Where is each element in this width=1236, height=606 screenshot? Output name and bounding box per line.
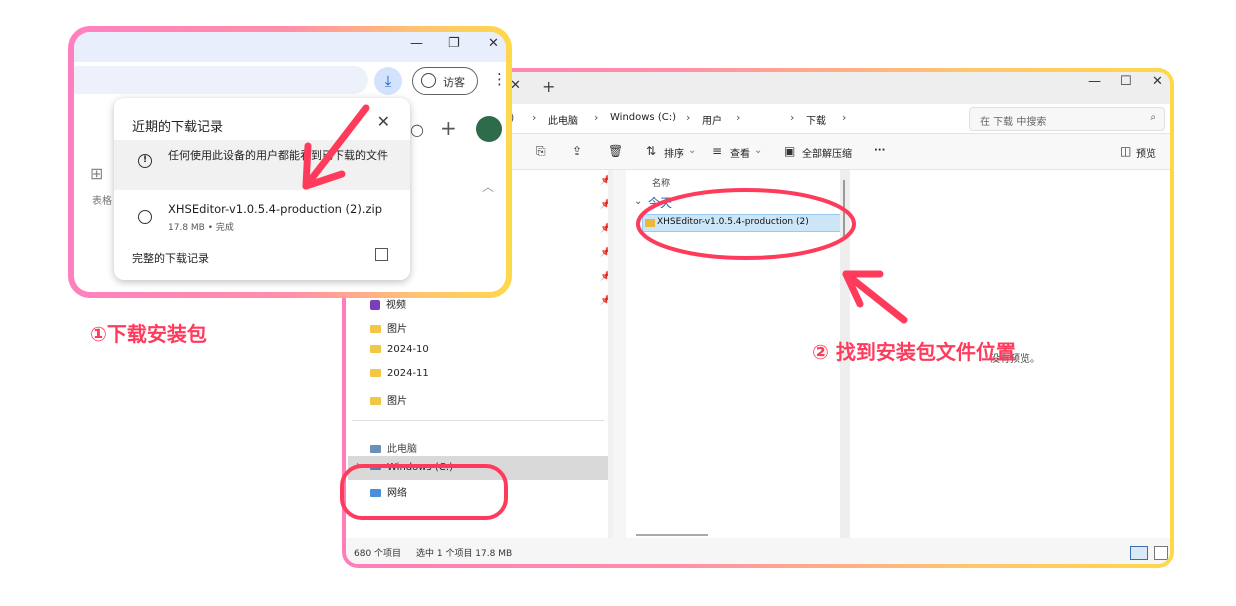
popup-title: 近期的下载记录 bbox=[132, 120, 224, 135]
share-icon[interactable]: ⇪ bbox=[572, 144, 582, 158]
profile-icon bbox=[421, 73, 436, 88]
network-icon bbox=[370, 489, 381, 497]
group-header-today[interactable]: 今天 bbox=[648, 194, 672, 211]
file-list: 名称 ⌄ 今天 XHSEditor-v1.0.5.4-production (2… bbox=[626, 170, 842, 538]
tiles-view-icon[interactable] bbox=[1154, 546, 1168, 560]
nav-item-videos[interactable]: 视频 bbox=[370, 296, 406, 311]
file-name: XHSEditor-v1.0.5.4-production (2) bbox=[657, 217, 809, 227]
chevron-down-icon: ⌄ bbox=[754, 145, 763, 156]
nav-item-2024-11[interactable]: 2024-11 bbox=[370, 368, 429, 379]
close-icon[interactable]: ✕ bbox=[488, 36, 499, 51]
downloads-popup: 近期的下载记录 ✕ ! 任何使用此设备的用户都能看到已下载的文件 XHSEdit… bbox=[114, 98, 410, 280]
browser-toolbar: ⤓ 访客 ⋮ bbox=[74, 62, 506, 98]
folder-icon bbox=[370, 345, 381, 353]
search-icon[interactable]: ○ bbox=[410, 120, 424, 139]
search-input[interactable]: 在 下载 中搜索 ⌕ bbox=[969, 107, 1165, 131]
open-external-icon[interactable] bbox=[375, 248, 388, 261]
search-placeholder: 在 下载 中搜索 bbox=[980, 117, 1047, 128]
details-view-icon[interactable] bbox=[1130, 546, 1148, 560]
nav-item-this-pc[interactable]: 此电脑 bbox=[370, 440, 417, 455]
download-status-icon bbox=[138, 210, 152, 224]
view-icon: ≡ bbox=[712, 144, 723, 158]
item-count: 680 个项目 bbox=[354, 549, 402, 559]
breadcrumb-this-pc[interactable]: 此电脑 bbox=[548, 112, 578, 127]
delete-icon[interactable]: 🗑 bbox=[608, 144, 623, 158]
minimize-icon[interactable]: — bbox=[1088, 74, 1101, 89]
downloads-button[interactable]: ⤓ bbox=[374, 67, 402, 95]
privacy-warning: ! 任何使用此设备的用户都能看到已下载的文件 bbox=[114, 140, 410, 190]
search-icon: ⌕ bbox=[1150, 112, 1156, 123]
address-bar[interactable] bbox=[74, 66, 368, 94]
folder-icon bbox=[370, 397, 381, 405]
chevron-right-icon: › bbox=[532, 111, 537, 124]
breadcrumb-windows-c[interactable]: Windows (C:) bbox=[610, 112, 676, 123]
chevron-down-icon[interactable]: ⌄ bbox=[634, 196, 642, 207]
browser-frame: — ❐ ✕ ⤓ 访客 ⋮ ○ + ⊞ 表格 ︿ 近期的下载记录 ✕ ! 任何使用… bbox=[68, 26, 512, 298]
table-icon: ⊞ bbox=[90, 164, 104, 183]
column-header-name[interactable]: 名称 bbox=[652, 176, 670, 189]
avatar[interactable] bbox=[476, 116, 502, 142]
restore-icon[interactable]: ❐ bbox=[448, 36, 460, 51]
preview-button[interactable]: 预览 bbox=[1136, 145, 1156, 160]
add-icon[interactable]: + bbox=[440, 116, 457, 140]
status-bar: 680 个项目 选中 1 个项目 17.8 MB bbox=[346, 538, 1170, 564]
step1-label: ①下载安装包 bbox=[90, 322, 207, 346]
maximize-icon[interactable]: ☐ bbox=[1120, 74, 1132, 89]
nav-item-2024-10[interactable]: 2024-10 bbox=[370, 344, 429, 355]
rename-icon[interactable]: ⎘ bbox=[536, 144, 546, 159]
background-label: 表格 bbox=[92, 196, 112, 207]
sort-button[interactable]: 排序 bbox=[664, 145, 684, 160]
all-downloads-link[interactable]: 完整的下载记录 bbox=[132, 250, 209, 266]
more-menu-icon[interactable]: ⋮ bbox=[492, 70, 506, 88]
download-file-name[interactable]: XHSEditor-v1.0.5.4-production (2).zip bbox=[168, 202, 382, 216]
horizontal-scrollbar[interactable] bbox=[636, 534, 708, 536]
download-file-meta: 17.8 MB • 完成 bbox=[168, 223, 234, 233]
preview-pane-icon: ◫ bbox=[1120, 144, 1132, 158]
extract-all-button[interactable]: 全部解压缩 bbox=[802, 145, 852, 160]
nav-divider bbox=[352, 420, 604, 421]
nav-item-network[interactable]: 网络 bbox=[370, 484, 407, 499]
computer-icon bbox=[370, 445, 381, 453]
warning-text: 任何使用此设备的用户都能看到已下载的文件 bbox=[168, 149, 388, 162]
guest-profile-button[interactable]: 访客 bbox=[412, 67, 478, 95]
nav-item-windows-c[interactable]: Windows (C:) bbox=[370, 462, 453, 473]
step2-label: ② 找到安装包文件位置 bbox=[812, 340, 1016, 364]
breadcrumb-users[interactable]: 用户 bbox=[702, 112, 722, 127]
close-icon[interactable]: ✕ bbox=[377, 112, 390, 131]
file-row-selected[interactable]: XHSEditor-v1.0.5.4-production (2) bbox=[642, 214, 842, 232]
nav-item-pictures-2[interactable]: 图片 bbox=[370, 392, 407, 407]
nav-item-pictures[interactable]: 图片 bbox=[370, 320, 407, 335]
chevron-right-icon[interactable]: › bbox=[356, 460, 360, 471]
more-options-button[interactable]: ··· bbox=[874, 145, 885, 156]
zip-folder-icon bbox=[645, 219, 655, 227]
selection-info: 选中 1 个项目 17.8 MB bbox=[416, 549, 513, 559]
folder-icon bbox=[370, 325, 381, 333]
drive-icon bbox=[370, 464, 381, 470]
browser-window: — ❐ ✕ ⤓ 访客 ⋮ ○ + ⊞ 表格 ︿ 近期的下载记录 ✕ ! 任何使用… bbox=[74, 32, 506, 292]
close-icon[interactable]: ✕ bbox=[1152, 74, 1163, 89]
minimize-icon[interactable]: — bbox=[410, 36, 423, 51]
chevron-right-icon: › bbox=[736, 111, 741, 124]
nav-scrollbar[interactable] bbox=[608, 170, 613, 538]
new-tab-icon[interactable]: + bbox=[542, 77, 555, 96]
sort-icon: ⇅ bbox=[646, 144, 657, 158]
info-icon: ! bbox=[138, 154, 152, 168]
chevron-up-icon[interactable]: ︿ bbox=[482, 178, 494, 195]
view-button[interactable]: 查看 bbox=[730, 145, 750, 160]
download-icon: ⤓ bbox=[384, 72, 392, 90]
chevron-right-icon: › bbox=[790, 111, 795, 124]
breadcrumb-downloads[interactable]: 下载 bbox=[806, 112, 826, 127]
extract-icon: ▣ bbox=[784, 144, 796, 158]
browser-titlebar: — ❐ ✕ bbox=[74, 32, 506, 62]
chevron-right-icon: › bbox=[686, 111, 691, 124]
chevron-down-icon: ⌄ bbox=[688, 145, 697, 156]
video-icon bbox=[370, 300, 380, 310]
chevron-right-icon: › bbox=[594, 111, 599, 124]
chevron-right-icon: › bbox=[842, 111, 847, 124]
folder-icon bbox=[370, 369, 381, 377]
guest-label: 访客 bbox=[443, 76, 465, 89]
